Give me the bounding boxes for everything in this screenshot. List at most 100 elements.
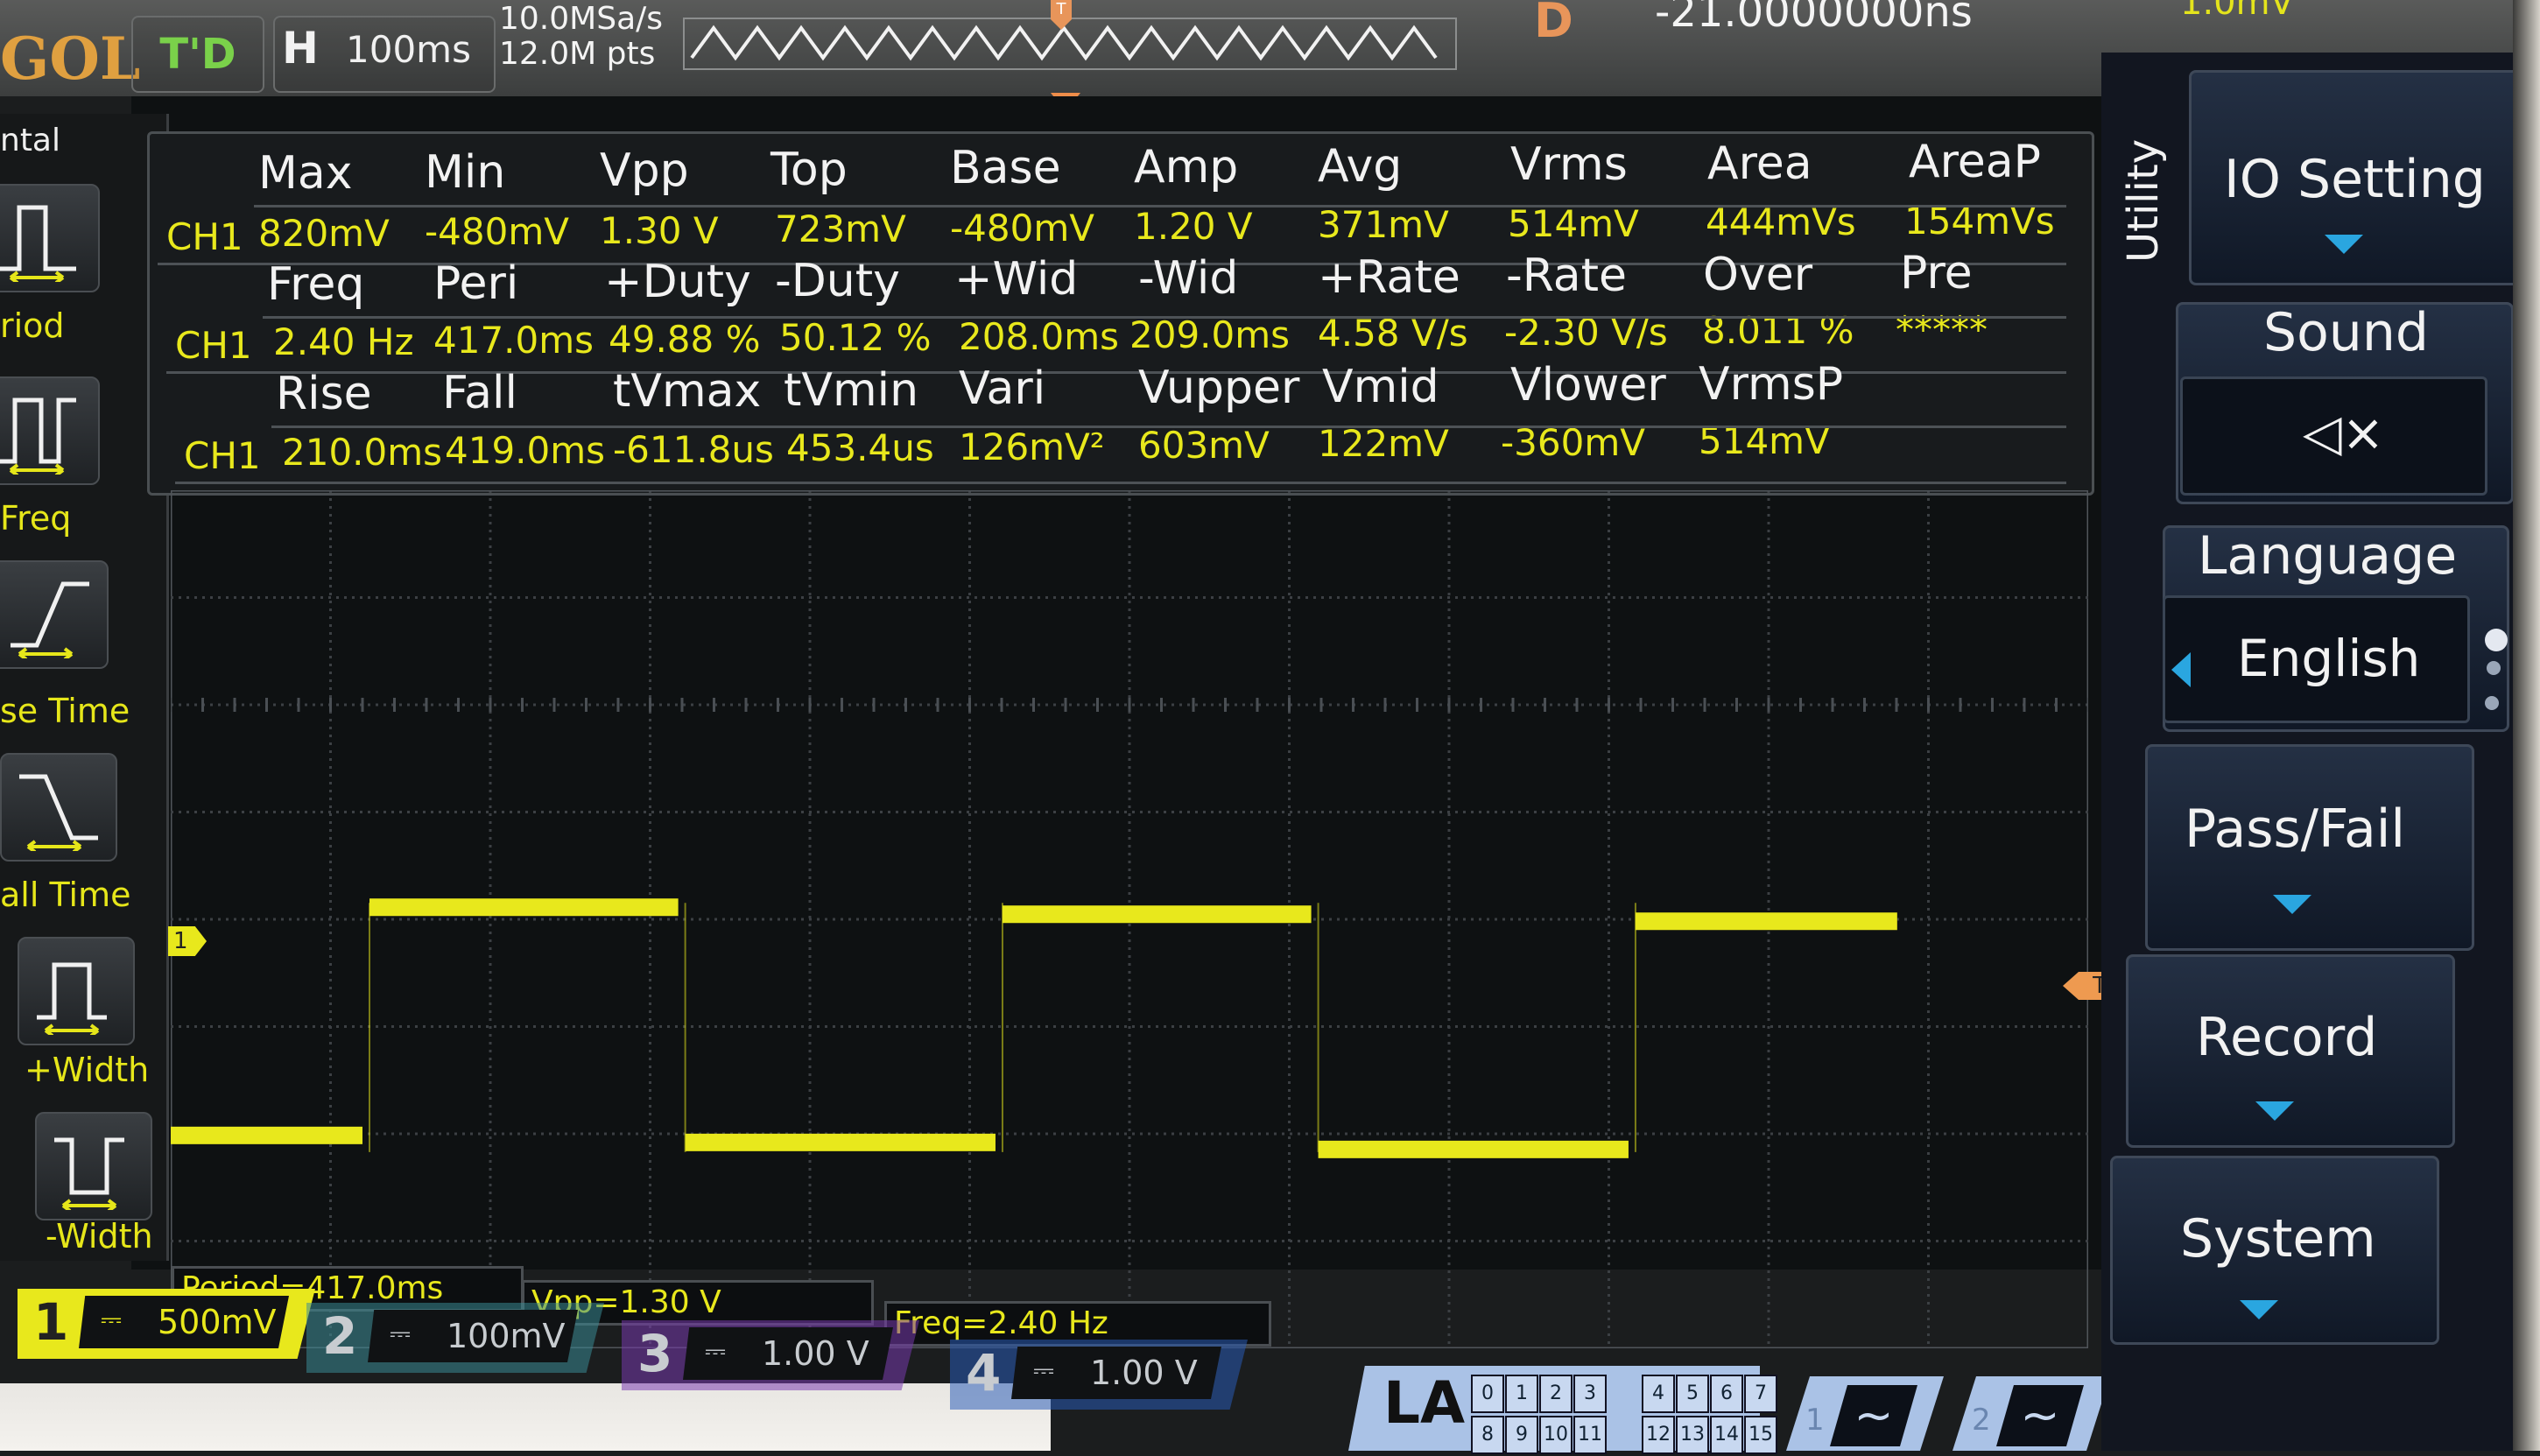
waveform-high-segment — [1635, 912, 1897, 931]
trigger-status[interactable]: T'D — [131, 16, 264, 93]
measurement-header: +Rate — [1318, 250, 1460, 304]
la-bit[interactable]: 2 — [1539, 1375, 1573, 1413]
measurement-value: 50.12 % — [779, 316, 932, 360]
sine-wave-icon: ~ — [1854, 1388, 1894, 1443]
source-wave-box: ~ — [1996, 1385, 2084, 1446]
measurement-header: Base — [950, 142, 1061, 195]
speaker-muted-icon: ◁× — [2303, 403, 2385, 462]
measurement-header: -Rate — [1506, 250, 1627, 303]
sidebar-item-fall-time[interactable] — [0, 753, 117, 862]
measurement-divider — [263, 316, 2066, 319]
la-bit[interactable]: 8 — [1471, 1416, 1504, 1454]
measurement-value: 603mV — [1138, 424, 1270, 467]
sidebar-item-positive-width[interactable] — [18, 937, 135, 1045]
la-bit[interactable] — [1608, 1416, 1637, 1451]
language-prev-caret-icon[interactable] — [2171, 652, 2191, 687]
measurement-channel-label: CH1 — [184, 434, 261, 477]
measurement-header: +Duty — [604, 256, 751, 309]
la-bit[interactable]: 11 — [1573, 1416, 1607, 1454]
sidebar-title: ntal — [0, 123, 60, 158]
channel-1-button[interactable]: 1 ⎓ 500mV — [18, 1289, 315, 1359]
measurement-header: tVmax — [613, 365, 762, 419]
measurement-value: 208.0ms — [959, 314, 1120, 358]
source-wave-box: ~ — [1830, 1385, 1917, 1446]
menu-record-label: Record — [2196, 1007, 2378, 1068]
sine-wave-icon: ~ — [2020, 1388, 2060, 1443]
channel-3-button[interactable]: 3 ⎓ 1.00 V — [622, 1320, 919, 1390]
measurement-header: Vmid — [1322, 360, 1439, 413]
measurement-divider — [175, 482, 2066, 484]
source-number: 1 — [1805, 1403, 1825, 1438]
waveform-low-segment — [1318, 1140, 1629, 1158]
sidebar-item-label: +Width — [25, 1051, 150, 1089]
measurement-value: 514mV — [1508, 201, 1639, 245]
la-bit[interactable]: 14 — [1710, 1416, 1743, 1454]
sidebar-item-negative-width[interactable] — [35, 1112, 152, 1220]
measurement-value: -480mV — [425, 210, 569, 254]
la-bit[interactable]: 1 — [1505, 1375, 1538, 1413]
channel-2-button[interactable]: 2 ⎓ 100mV — [306, 1303, 604, 1373]
la-bit[interactable]: 15 — [1744, 1416, 1777, 1454]
system-submenu-caret-icon — [2240, 1300, 2278, 1319]
menu-pass-fail-label: Pass/Fail — [2185, 798, 2406, 860]
memory-overview-bar[interactable] — [683, 18, 1457, 70]
la-bit[interactable]: 9 — [1505, 1416, 1538, 1454]
measurement-value: 210.0ms — [282, 431, 443, 474]
la-bit[interactable]: 13 — [1676, 1416, 1709, 1454]
io-setting-submenu-caret-icon — [2325, 235, 2363, 254]
measurement-value: 723mV — [775, 207, 906, 251]
measurement-channel-label: CH1 — [166, 215, 243, 258]
sidebar-item-label: all Time — [0, 876, 131, 914]
sidebar-item-label: riod — [0, 306, 65, 345]
measurement-value: 453.4us — [786, 426, 934, 470]
timebase-value: 100ms — [346, 28, 471, 71]
la-bit[interactable]: 12 — [1642, 1416, 1675, 1454]
measurement-value: 122mV — [1318, 422, 1449, 466]
sidebar-item-label: se Time — [0, 692, 130, 730]
bezel-bottom — [0, 1383, 1051, 1451]
la-bit[interactable]: 10 — [1539, 1416, 1573, 1454]
measurement-header: -Duty — [775, 254, 900, 307]
waveform-low-segment — [685, 1133, 996, 1151]
measurement-header: AreaP — [1909, 136, 2042, 189]
memory-overview-waveform — [690, 25, 1438, 61]
la-bit[interactable]: 7 — [1744, 1375, 1777, 1413]
la-bit[interactable]: 0 — [1471, 1375, 1504, 1413]
channel-number: 4 — [966, 1343, 1002, 1403]
period-icon — [0, 205, 76, 282]
measurement-value: 126mV² — [959, 425, 1105, 468]
measurement-header: -Wid — [1138, 252, 1239, 305]
measurement-header: Top — [770, 143, 848, 196]
measurement-header: Pre — [1900, 247, 1973, 300]
rise-time-icon — [11, 581, 89, 658]
dc-coupling-icon: ⎓ — [1033, 1355, 1054, 1386]
measurement-header: Max — [258, 147, 353, 200]
source-1-button[interactable]: ~1 — [1786, 1376, 1944, 1451]
channel-scale: 1.00 V — [762, 1334, 869, 1373]
la-bit[interactable]: 3 — [1573, 1375, 1607, 1413]
negative-width-icon — [54, 1137, 124, 1210]
la-bit[interactable]: 6 — [1710, 1375, 1743, 1413]
dc-coupling-icon: ⎓ — [705, 1336, 726, 1367]
la-bit[interactable]: 4 — [1642, 1375, 1675, 1413]
sidebar-item-rise-time[interactable] — [0, 560, 109, 669]
channel-4-button[interactable]: 4 ⎓ 1.00 V — [950, 1340, 1248, 1410]
sidebar-item-frequency[interactable] — [0, 376, 100, 485]
sidebar-item-period[interactable] — [0, 184, 100, 292]
waveform-grid[interactable] — [171, 490, 2088, 1348]
la-bit[interactable] — [1608, 1375, 1637, 1410]
la-bit[interactable]: 5 — [1676, 1375, 1709, 1413]
waveform-high-segment — [369, 898, 679, 917]
source-2-button[interactable]: ~2 — [1952, 1376, 2110, 1451]
sidebar-item-label: -Width — [46, 1217, 153, 1256]
positive-width-icon — [37, 962, 107, 1035]
channel-number: 1 — [33, 1292, 69, 1352]
channel-scale: 500mV — [158, 1303, 277, 1341]
delay-value[interactable]: -21.0000000ns — [1655, 0, 1973, 37]
measurement-header: Freq — [267, 258, 365, 311]
measurement-header: Over — [1703, 248, 1813, 301]
measurement-value: -480mV — [950, 206, 1094, 250]
measurement-value: 1.30 V — [600, 208, 719, 252]
measurement-header: Amp — [1134, 141, 1239, 193]
measurement-channel-label: CH1 — [175, 324, 252, 367]
